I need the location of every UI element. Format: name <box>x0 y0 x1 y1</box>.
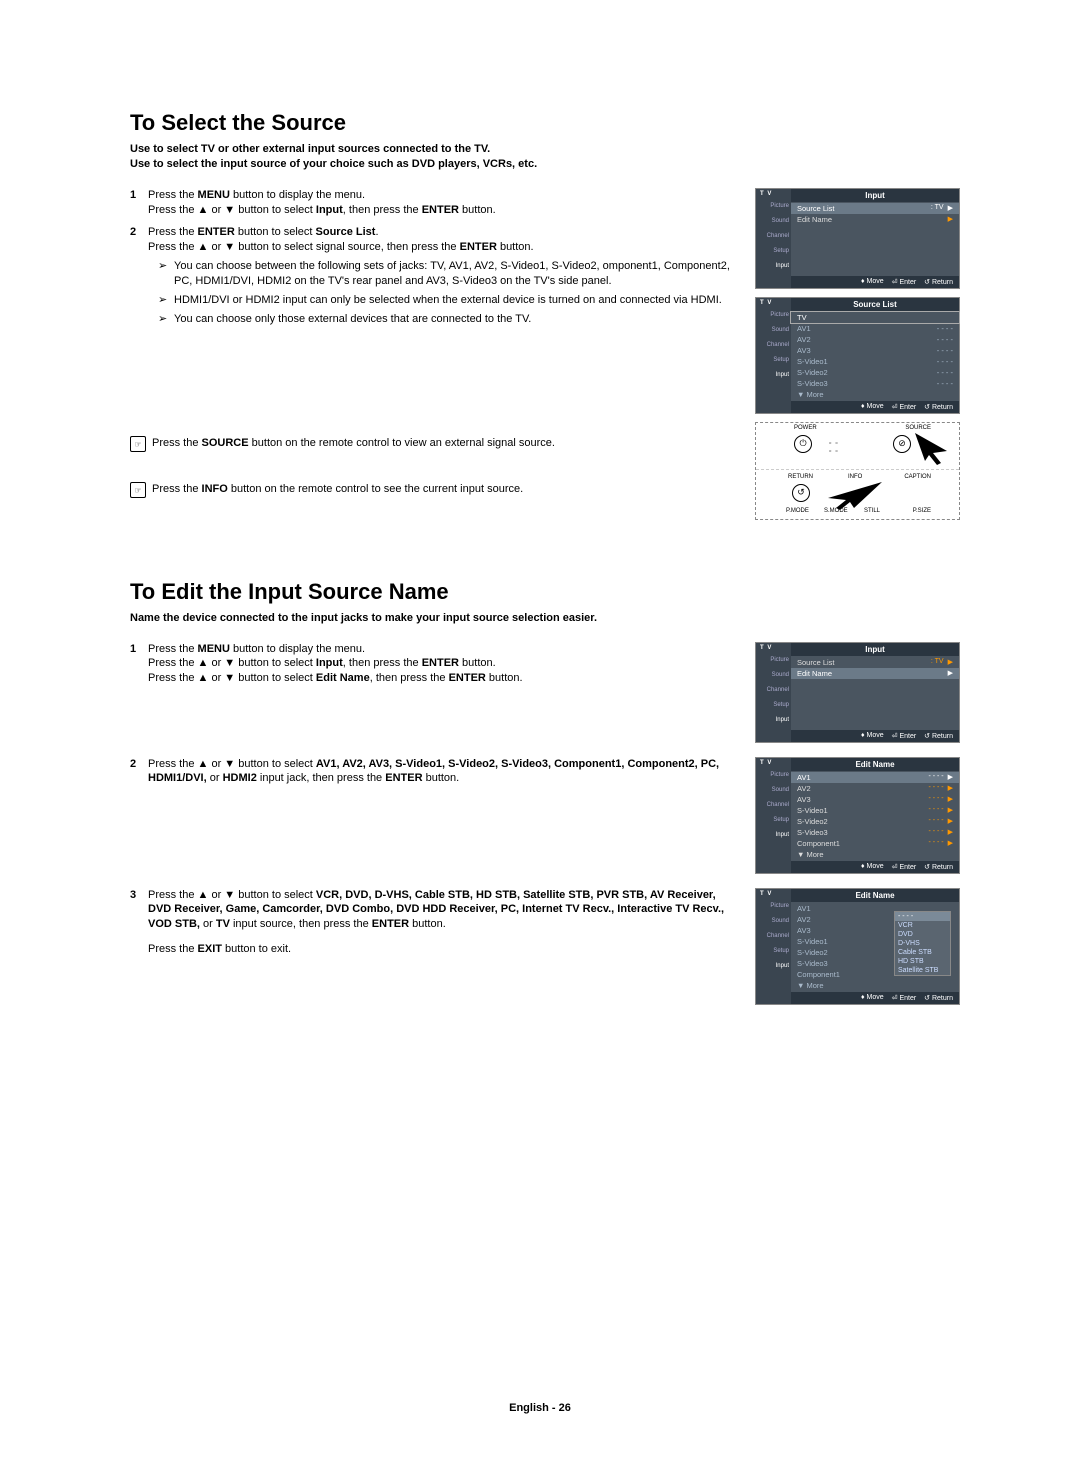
intro-line1: Use to select TV or other external input… <box>130 143 490 155</box>
osd-row: Edit Name <box>797 215 944 224</box>
osd-side-item: Picture <box>756 199 791 214</box>
osd-row: TV <box>797 313 807 322</box>
step-body: Press the MENU button to display the men… <box>148 188 735 218</box>
osd-side-item: Channel <box>756 229 791 244</box>
osd-editname-popup-menu: T V Picture Sound Channel Setup Input Ed… <box>755 888 960 1005</box>
remote-label-caption: CAPTION <box>904 474 931 480</box>
osd-footer: ♦ Move ⏎ Enter ↺ Return <box>791 401 959 413</box>
heading-edit-name: To Edit the Input Source Name <box>130 579 960 605</box>
return-icon: ↺ <box>792 484 810 502</box>
step-number: 2 <box>130 757 148 787</box>
remote-diagram: POWER SOURCE ⏻ ∘ ∘∘ ∘ ⊘ RETURN INFO CAPT… <box>755 422 960 520</box>
osd-side-item: Sound <box>756 214 791 229</box>
heading-select-source: To Select the Source <box>130 110 960 136</box>
osd-editname-list-menu: T V Picture Sound Channel Setup Input Ed… <box>755 757 960 874</box>
intro-line2: Use to select the input source of your c… <box>130 158 537 170</box>
step-number: 3 <box>130 888 148 957</box>
osd-title: Edit Name <box>791 758 959 771</box>
remote-label-power: POWER <box>794 425 817 431</box>
osd-popup: - - - - VCR DVD D-VHS Cable STB HD STB S… <box>894 911 951 976</box>
osd-footer: ♦ Move ⏎ Enter ↺ Return <box>791 992 959 1004</box>
osd-tv-label: T V <box>756 298 791 308</box>
intro-select-source: Use to select TV or other external input… <box>130 142 960 172</box>
page-footer: English - 26 <box>0 1402 1080 1414</box>
osd-footer: ♦ Move ⏎ Enter ↺ Return <box>791 861 959 873</box>
step-number: 1 <box>130 642 148 687</box>
osd-input-menu: T V Picture Sound Channel Setup Input In… <box>755 188 960 289</box>
step-body: Press the ▲ or ▼ button to select AV1, A… <box>148 757 735 787</box>
sub-text: You can choose only those external devic… <box>174 312 735 327</box>
osd-side-item: Setup <box>756 244 791 259</box>
osd-input-editname-menu: T V Picture Sound Channel Setup Input In… <box>755 642 960 743</box>
osd-title: Input <box>791 643 959 656</box>
note-text: Press the SOURCE button on the remote co… <box>152 436 735 451</box>
sub-text: HDMI1/DVI or HDMI2 input can only be sel… <box>174 293 735 308</box>
osd-side-item: Input <box>756 259 791 274</box>
osd-source-list-menu: T V Picture Sound Channel Setup Input So… <box>755 297 960 414</box>
step-number: 1 <box>130 188 148 218</box>
pointer-arrow-icon <box>826 480 886 510</box>
power-icon: ⏻ <box>794 435 812 453</box>
step-body: Press the MENU button to display the men… <box>148 642 735 687</box>
bullet-icon: ➢ <box>158 293 174 308</box>
osd-tv-label: T V <box>756 189 791 199</box>
osd-row: Source List <box>797 204 931 213</box>
note-icon: ☞ <box>130 482 146 498</box>
pointer-arrow-icon <box>913 431 949 465</box>
step-number: 2 <box>130 225 148 326</box>
source-icon: ⊘ <box>893 435 911 453</box>
sub-text: You can choose between the following set… <box>174 259 735 289</box>
note-icon: ☞ <box>130 436 146 452</box>
osd-title: Source List <box>791 298 959 311</box>
bullet-icon: ➢ <box>158 259 174 289</box>
step-body: Press the ▲ or ▼ button to select VCR, D… <box>148 888 735 957</box>
intro-edit-name: Name the device connected to the input j… <box>130 611 960 626</box>
osd-footer: ♦ Move ⏎ Enter ↺ Return <box>791 276 959 288</box>
step-body: Press the ENTER button to select Source … <box>148 225 735 326</box>
osd-title: Input <box>791 189 959 202</box>
note-text: Press the INFO button on the remote cont… <box>152 482 735 497</box>
osd-footer: ♦ Move ⏎ Enter ↺ Return <box>791 730 959 742</box>
osd-title: Edit Name <box>791 889 959 902</box>
remote-label-return: RETURN <box>788 474 813 480</box>
bullet-icon: ➢ <box>158 312 174 327</box>
